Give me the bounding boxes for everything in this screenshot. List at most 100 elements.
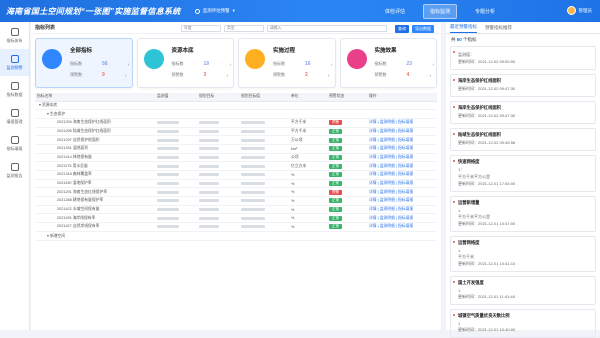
table-row[interactable]: 2021295 陆域生态保护红线面积 平方千米 正常 详情 | 监测明细 | 指… [35,127,437,137]
col-monitor-value[interactable]: 监测值 [155,93,197,102]
detail-link[interactable]: 详情 [369,224,377,228]
table-row[interactable]: 2021291 海南生态红线保护率 % 预警 详情 | 监测明细 | 指标填报 [35,187,437,198]
type-select[interactable]: 类型 [224,25,264,32]
monitor-detail-link[interactable]: 监测明细 [380,164,395,168]
col-name[interactable]: 指标名称 [35,93,155,102]
region-select[interactable]: 监测评估预警 ▾ [194,8,235,14]
monitor-detail-link[interactable]: 监测明细 [380,155,395,159]
summary-card[interactable]: 实施过程 指标数 16 ↑ 预警数 2 ↑ [238,38,336,88]
summary-card[interactable]: 资源本底 指标数 19 ↑ 预警数 3 ↑ [136,38,234,88]
nav-item-monitor[interactable]: 指标监测 [423,3,458,19]
cell-monitor-value [155,118,197,128]
query-button[interactable]: 查询 [395,25,409,33]
detail-link[interactable]: 详情 [369,120,377,124]
alert-card[interactable]: 海岸生态保护红线面积 更新时间：2021-12-02 09:47:30 [450,74,596,97]
table-group-row[interactable]: ▾ 新增空间 [35,231,437,241]
detail-link[interactable]: 详情 [369,207,377,211]
fill-link[interactable]: 指标填报 [398,181,413,185]
alert-card[interactable]: 运营网络度 1 平方千米 更新时间：2021-12-01 10:41:10 [450,236,596,272]
fill-link[interactable]: 指标填报 [398,190,413,194]
sidebar-item-report[interactable]: 监测报告 [0,157,29,184]
monitor-detail-link[interactable]: 监测明细 [380,146,395,150]
col-plan-target[interactable]: 规划目标 [197,93,239,102]
fill-link[interactable]: 指标填报 [398,129,413,133]
detail-link[interactable]: 详情 [369,129,377,133]
summary-card[interactable]: 实施效果 指标数 23 ↑ 预警数 4 ↑ [339,38,437,88]
monitor-detail-link[interactable]: 监测明细 [380,181,395,185]
col-status[interactable]: 预警状态 [327,93,367,102]
sidebar-item-monitor[interactable]: 监测预警 [0,49,29,76]
table-row[interactable]: 2021175 用水总量 亿立方米 正常 详情 | 监测明细 | 指标填报 [35,161,437,171]
card-value: 3 [203,72,207,78]
table-row[interactable]: 2021190 湿地保护率 % 正常 详情 | 监测明细 | 指标填报 [35,179,437,189]
sidebar-item-fill-manage[interactable]: 填报管理 [0,103,29,130]
tab-recommended[interactable]: 预警指标推荐 [485,25,512,33]
alert-card[interactable]: 陆域生态保护红线面积 更新时间：2021-12-02 09:45:58 [450,128,596,151]
detail-link[interactable]: 详情 [369,155,377,159]
col-unit[interactable]: 单位 [289,93,327,102]
nav-item-assessment[interactable]: 体检评估 [385,8,405,15]
sidebar-item-fill[interactable]: 指标填报 [0,130,29,157]
year-select[interactable]: 年度 [181,25,221,32]
monitor-detail-link[interactable]: 监测明细 [380,190,395,194]
monitor-detail-link[interactable]: 监测明细 [380,224,395,228]
sidebar-item-data[interactable]: 指标数据 [0,76,29,103]
redacted-value [199,121,219,125]
monitor-detail-link[interactable]: 监测明细 [380,120,395,124]
monitor-detail-link[interactable]: 监测明细 [380,216,395,220]
redacted-value [157,164,179,168]
tab-recent-alerts[interactable]: 最近预警指标 [450,24,477,33]
fill-link[interactable]: 指标填报 [398,146,413,150]
detail-link[interactable]: 详情 [369,198,377,202]
fill-link[interactable]: 指标填报 [398,164,413,168]
fill-link[interactable]: 指标填报 [398,155,413,159]
table-row[interactable]: 2021422 水域空间保有量 % 正常 详情 | 监测明细 | 指标填报 [35,205,437,215]
table-row[interactable]: 2021294 海南生态保护红线面积 平方千米 预警 详情 | 监测明细 | 指… [35,118,437,128]
alert-card[interactable]: 快速网络度 1： 平方千米平方公里 更新时间：2021-12-01 17:54:00 [450,155,596,192]
detail-link[interactable]: 详情 [369,181,377,185]
table-row[interactable]: 2021288 耕地保有量保护率 % 正常 详情 | 监测明细 | 指标填报 [35,196,437,206]
alert-card[interactable]: 监测值： 更新时间：2021-12-02 09:50:00 [450,46,596,70]
monitor-detail-link[interactable]: 监测明细 [380,198,395,202]
fill-link[interactable]: 指标填报 [398,224,413,228]
table-row[interactable]: 2021427 自然岸线保有率 % 正常 详情 | 监测明细 | 指标填报 [35,222,437,232]
detail-link[interactable]: 详情 [369,138,377,142]
cell-operations: 详情 | 监测明细 | 指标填报 [367,196,437,206]
fill-link[interactable]: 指标填报 [398,216,413,220]
user-menu[interactable]: 管理员 [566,6,592,15]
alert-card[interactable]: 海岸生态保护红线面积 更新时间：2021-12-02 09:47:30 [450,101,596,124]
fill-link[interactable]: 指标填报 [398,138,413,142]
fill-link[interactable]: 指标填报 [398,198,413,202]
table-row[interactable]: 2021318 森林覆盖率 % 正常 详情 | 监测明细 | 指标填报 [35,170,437,180]
fill-link[interactable]: 指标填报 [398,172,413,176]
detail-link[interactable]: 详情 [369,164,377,168]
table-group-row[interactable]: ▾ 资源本底 [35,101,437,111]
fill-link[interactable]: 指标填报 [398,207,413,211]
nav-item-analysis[interactable]: 专题分析 [475,8,495,15]
table-row[interactable]: 2021195 海岸线保有率 % 正常 详情 | 监测明细 | 指标填报 [35,213,437,224]
search-input[interactable]: 请输入 [267,25,387,32]
monitor-detail-link[interactable]: 监测明细 [380,129,395,133]
table-group-row[interactable]: ▾ 生态保护 [35,109,437,119]
table-row[interactable]: 2021331 湿地面积 km² 正常 详情 | 监测明细 | 指标填报 [35,144,437,154]
export-button[interactable]: 导出数据 [412,25,434,33]
detail-link[interactable]: 详情 [369,146,377,150]
fill-link[interactable]: 指标填报 [398,120,413,124]
monitor-detail-link[interactable]: 监测明细 [380,172,395,176]
redacted-value [199,147,219,151]
col-operations[interactable]: 操作 [367,93,437,102]
monitor-detail-link[interactable]: 监测明细 [380,207,395,211]
alert-card[interactable]: 城镇空气质量优良天数比例 1 更新时间：2021-12-01 10:40:00 [450,309,596,338]
sidebar-item-index-system[interactable]: 指标体系 [0,22,29,49]
detail-link[interactable]: 详情 [369,216,377,220]
detail-link[interactable]: 详情 [369,172,377,176]
alert-card[interactable]: 运营新增量 1 平方千米平方公里 更新时间：2021-12-01 10:47:00 [450,196,596,232]
monitor-icon [10,54,19,63]
monitor-detail-link[interactable]: 监测明细 [380,138,395,142]
table-row[interactable]: 2021297 自然保护地面积 万公顷 正常 详情 | 监测明细 | 指标填报 [35,135,437,145]
col-plan-target-value[interactable]: 规划目标值 [239,93,289,102]
detail-link[interactable]: 详情 [369,190,377,194]
summary-card[interactable]: 全部指标 指标数 58 ↑ 预警数 9 ↑ [35,38,133,88]
table-row[interactable]: 2021414 林地保有量 公顷 正常 详情 | 监测明细 | 指标填报 [35,153,437,163]
alert-card[interactable]: 国土开发强度 1 更新时间：2021-12-01 11:41:48 [450,276,596,305]
